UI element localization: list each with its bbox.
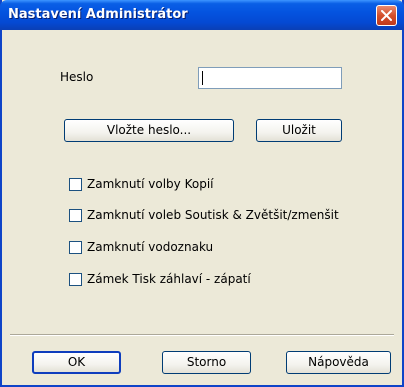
checkbox-label: Zamknutí voleb Soutisk & Zvětšit/zmenšit — [87, 208, 339, 222]
ok-button[interactable]: OK — [32, 351, 121, 374]
separator — [10, 334, 394, 336]
checkbox-lock-layout-scaling[interactable] — [69, 209, 82, 222]
checkbox-lock-header-footer[interactable] — [69, 273, 82, 286]
window-title: Nastavení Administrátor — [8, 7, 188, 22]
checkbox-label: Zamknutí volby Kopií — [87, 177, 214, 191]
password-label: Heslo — [60, 70, 94, 84]
checkbox-lock-copies[interactable] — [69, 178, 82, 191]
close-icon — [381, 10, 392, 21]
title-bar[interactable]: Nastavení Administrátor — [0, 0, 404, 30]
save-button[interactable]: Uložit — [256, 119, 342, 142]
text-caret — [202, 71, 203, 85]
dialog-window: Nastavení Administrátor Heslo Vložte hes… — [0, 0, 404, 387]
password-input[interactable] — [198, 67, 342, 89]
checkbox-label: Zámek Tisk záhlaví - zápatí — [87, 272, 251, 286]
checkbox-label: Zamknutí vodoznaku — [87, 240, 214, 254]
cancel-button[interactable]: Storno — [162, 351, 251, 374]
help-button[interactable]: Nápověda — [286, 351, 391, 374]
enter-password-button[interactable]: Vložte heslo... — [64, 119, 234, 142]
close-button[interactable] — [376, 5, 397, 26]
checkbox-lock-watermark[interactable] — [69, 241, 82, 254]
